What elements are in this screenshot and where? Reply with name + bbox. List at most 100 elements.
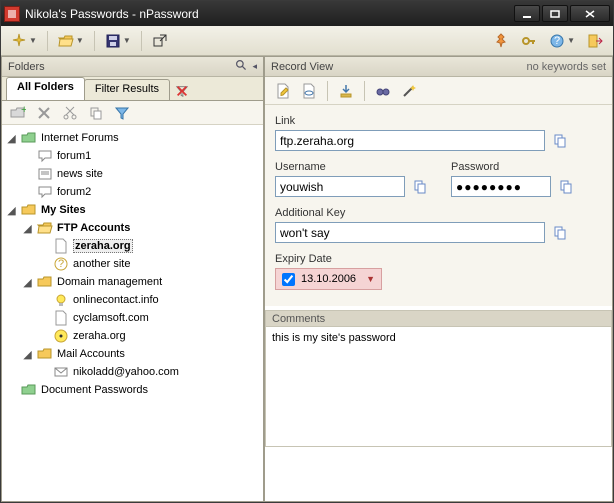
close-button[interactable] bbox=[570, 5, 610, 22]
find-button[interactable] bbox=[371, 80, 395, 102]
tree-node-mail-nikoladd[interactable]: nikoladd@yahoo.com bbox=[4, 363, 261, 381]
chevron-down-icon[interactable]: ▼ bbox=[366, 274, 375, 284]
copy-password-button[interactable] bbox=[557, 178, 575, 196]
copy-link-button[interactable] bbox=[551, 132, 569, 150]
comments-area[interactable]: this is my site's password bbox=[265, 327, 612, 447]
password-input[interactable] bbox=[451, 176, 551, 197]
tab-all-folders-label: All Folders bbox=[17, 81, 74, 93]
tree-node-internet-forums[interactable]: ◢Internet Forums bbox=[4, 129, 261, 147]
folder-icon bbox=[37, 346, 53, 362]
folders-title: Folders bbox=[8, 61, 45, 73]
clear-filter-button[interactable] bbox=[173, 82, 191, 100]
addkey-label: Additional Key bbox=[275, 207, 602, 219]
copy-folder-button[interactable] bbox=[84, 102, 108, 124]
tree-node-domain-mgmt[interactable]: ◢Domain management bbox=[4, 273, 261, 291]
new-menu-button[interactable]: ▼ bbox=[7, 30, 41, 52]
exit-button[interactable] bbox=[583, 30, 607, 52]
tree-node-news-site[interactable]: news site bbox=[4, 165, 261, 183]
key-icon bbox=[521, 33, 537, 49]
tree-node-forum1[interactable]: forum1 bbox=[4, 147, 261, 165]
tree-node-forum2[interactable]: forum2 bbox=[4, 183, 261, 201]
tree-node-doc-passwords[interactable]: Document Passwords bbox=[4, 381, 261, 399]
save-menu-button[interactable]: ▼ bbox=[101, 30, 135, 52]
svg-text:+: + bbox=[21, 105, 26, 116]
import-button[interactable] bbox=[334, 80, 358, 102]
comments-text: this is my site's password bbox=[272, 332, 396, 344]
comments-label: Comments bbox=[272, 313, 325, 325]
cut-button[interactable] bbox=[58, 102, 82, 124]
page-icon bbox=[53, 310, 69, 326]
exit-icon bbox=[587, 33, 603, 49]
pin-orange-button[interactable] bbox=[489, 30, 513, 52]
minimize-button[interactable] bbox=[514, 5, 540, 22]
download-icon bbox=[338, 83, 354, 99]
tree-node-zeraha2[interactable]: zeraha.org bbox=[4, 327, 261, 345]
bulb-icon bbox=[53, 292, 69, 308]
expiry-date-picker[interactable]: 13.10.2006 ▼ bbox=[275, 268, 382, 290]
copy-username-button[interactable] bbox=[411, 178, 429, 196]
help-button[interactable]: ?▼ bbox=[545, 30, 579, 52]
question-icon: ? bbox=[53, 256, 69, 272]
folder-icon bbox=[37, 274, 53, 290]
main-toolbar: ▼ ▼ ▼ ?▼ bbox=[1, 26, 613, 56]
collapse-icon[interactable]: ◢ bbox=[6, 133, 17, 144]
copy-icon bbox=[88, 105, 104, 121]
folder-toolbar: + bbox=[2, 101, 263, 125]
folder-open-icon bbox=[37, 220, 53, 236]
page-eye-icon bbox=[301, 83, 317, 99]
maximize-button[interactable] bbox=[542, 5, 568, 22]
tree-node-cyclamsoft[interactable]: cyclamsoft.com bbox=[4, 309, 261, 327]
tree-node-my-sites[interactable]: ◢My Sites bbox=[4, 201, 261, 219]
expiry-value: 13.10.2006 bbox=[301, 273, 356, 285]
filter-button[interactable] bbox=[110, 102, 134, 124]
radiation-icon bbox=[53, 328, 69, 344]
link-input[interactable] bbox=[275, 130, 545, 151]
tree-node-zeraha-selected[interactable]: zeraha.org bbox=[4, 237, 261, 255]
comments-header: Comments bbox=[265, 310, 612, 327]
key-button[interactable] bbox=[517, 30, 541, 52]
view-record-button[interactable] bbox=[297, 80, 321, 102]
collapse-icon[interactable]: ◢ bbox=[22, 349, 33, 360]
folder-plus-icon: + bbox=[10, 105, 26, 121]
tree-node-another-site[interactable]: ?another site bbox=[4, 255, 261, 273]
folder-tree[interactable]: ◢Internet Forums forum1 news site forum2… bbox=[2, 125, 263, 501]
wand-icon bbox=[401, 83, 417, 99]
new-folder-button[interactable]: + bbox=[6, 102, 30, 124]
addkey-input[interactable] bbox=[275, 222, 545, 243]
collapse-icon[interactable]: ◢ bbox=[22, 223, 33, 234]
copy-addkey-button[interactable] bbox=[551, 224, 569, 242]
search-icon[interactable] bbox=[235, 59, 248, 75]
binoculars-icon bbox=[375, 83, 391, 99]
sparkle-icon bbox=[11, 33, 27, 49]
copy-icon bbox=[552, 225, 568, 241]
keywords-status: no keywords set bbox=[527, 61, 606, 73]
edit-record-button[interactable] bbox=[271, 80, 295, 102]
collapse-icon[interactable]: ◂ bbox=[252, 61, 257, 72]
collapse-icon[interactable]: ◢ bbox=[22, 277, 33, 288]
expiry-enabled-checkbox[interactable] bbox=[282, 273, 295, 286]
record-panel: Record View no keywords set Link bbox=[264, 56, 613, 502]
copy-icon bbox=[412, 179, 428, 195]
username-input[interactable] bbox=[275, 176, 405, 197]
copy-icon bbox=[552, 133, 568, 149]
wand-button[interactable] bbox=[397, 80, 421, 102]
expiry-label: Expiry Date bbox=[275, 253, 602, 265]
delete-button[interactable] bbox=[32, 102, 56, 124]
collapse-icon[interactable]: ◢ bbox=[6, 205, 17, 216]
title-bar: Nikola's Passwords - nPassword bbox=[1, 1, 613, 26]
popout-button[interactable] bbox=[148, 30, 172, 52]
tab-filter-results[interactable]: Filter Results bbox=[84, 79, 170, 100]
tree-node-onlinecontact[interactable]: onlinecontact.info bbox=[4, 291, 261, 309]
username-label: Username bbox=[275, 161, 429, 173]
tree-node-ftp-accounts[interactable]: ◢FTP Accounts bbox=[4, 219, 261, 237]
funnel-icon bbox=[114, 105, 130, 121]
delete-icon bbox=[36, 105, 52, 121]
record-form: Link Username Password bbox=[265, 105, 612, 306]
folder-open-icon bbox=[58, 33, 74, 49]
folder-icon bbox=[21, 202, 37, 218]
tree-node-mail-accounts[interactable]: ◢Mail Accounts bbox=[4, 345, 261, 363]
open-menu-button[interactable]: ▼ bbox=[54, 30, 88, 52]
tab-all-folders[interactable]: All Folders bbox=[6, 77, 85, 100]
app-icon bbox=[4, 6, 20, 22]
external-icon bbox=[152, 33, 168, 49]
